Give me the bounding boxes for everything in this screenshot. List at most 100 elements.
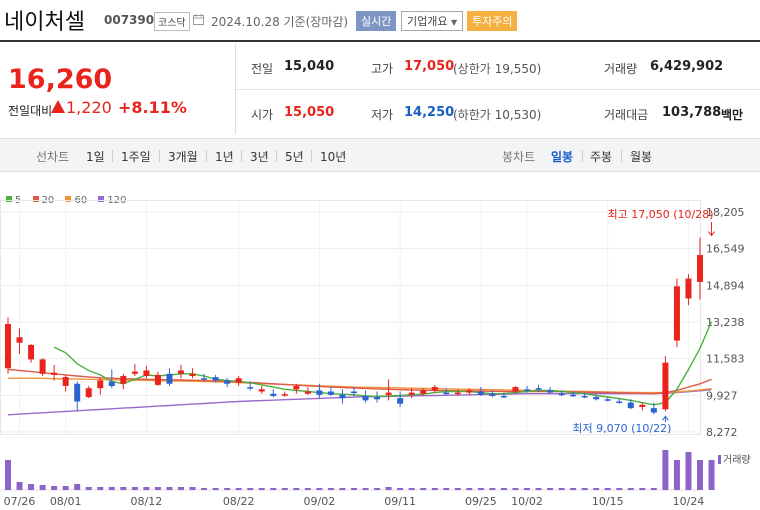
x-tick-label: 09/11 — [384, 495, 416, 508]
current-price-panel: 16,260 전일대비 1,220 +8.11% — [0, 44, 236, 134]
x-tick-label: 08/01 — [50, 495, 82, 508]
candle — [558, 393, 565, 396]
period-5y[interactable]: 5년 — [285, 148, 304, 165]
separator — [582, 150, 583, 162]
volume-bar — [224, 488, 231, 490]
low-label: 저가 — [371, 108, 394, 122]
candle — [639, 404, 646, 408]
x-tick-label: 07/26 — [4, 495, 36, 508]
candle — [397, 398, 404, 404]
volume-bar — [270, 488, 277, 490]
lower-limit: (하한가 10,530) — [453, 108, 542, 122]
open-label: 시가 — [251, 108, 274, 122]
candle — [443, 392, 450, 395]
candle — [374, 397, 381, 400]
realtime-button[interactable]: 실시간 — [356, 11, 397, 31]
volume-bar — [351, 488, 357, 490]
investment-warning-badge: 투자주의 — [467, 11, 518, 31]
upper-limit: (상한가 19,550) — [453, 62, 542, 76]
x-tick-label: 09/02 — [304, 495, 336, 508]
volume-bar — [581, 488, 588, 490]
line-chart-label: 선차트 — [36, 150, 70, 164]
volume-bar — [304, 488, 311, 490]
high-annotation: 최고 17,050 (10/28) — [608, 208, 714, 221]
volume-bar — [604, 488, 611, 490]
high-value: 17,050 — [404, 59, 455, 74]
low-annotation: 최저 9,070 (10/22) — [572, 422, 671, 435]
candle-chart-label: 봉차트 — [502, 150, 536, 164]
volume-bar — [97, 487, 104, 490]
candlestick-chart[interactable]: 18,20516,54914,89413,23811,5839,9278,272… — [0, 200, 760, 510]
x-tick-label: 08/12 — [131, 495, 163, 508]
volume-bar — [16, 482, 23, 490]
volume-bar — [178, 487, 184, 490]
candle — [339, 394, 346, 399]
candle — [535, 388, 542, 390]
candle — [650, 408, 657, 413]
period-10y[interactable]: 10년 — [320, 148, 346, 165]
ma120-line — [7, 389, 712, 416]
open-value: 15,050 — [284, 105, 335, 120]
candle — [454, 392, 461, 395]
company-info-button[interactable]: 기업개요 ▼ — [401, 11, 464, 31]
candle — [212, 377, 219, 381]
x-tick-label: 10/24 — [673, 495, 705, 508]
volume-bar — [62, 486, 69, 490]
volume-label: 거래량 — [604, 62, 638, 76]
volume-bar — [593, 488, 600, 490]
candle — [51, 372, 58, 375]
volume-bar — [627, 488, 634, 490]
y-tick-label: 9,927 — [706, 389, 738, 402]
candle-weekly[interactable]: 주봉 — [590, 148, 612, 165]
candle — [627, 402, 634, 409]
volume-bar — [201, 488, 208, 490]
volume-bar — [51, 486, 58, 490]
volume-bar — [339, 488, 346, 490]
candle — [201, 378, 208, 380]
candle — [28, 345, 35, 360]
separator — [241, 150, 242, 162]
candle — [604, 399, 611, 401]
candle — [108, 381, 115, 386]
candle — [16, 337, 23, 343]
candle — [500, 395, 507, 398]
volume-bar — [258, 488, 265, 490]
candle — [697, 255, 703, 282]
separator — [621, 150, 622, 162]
period-1d[interactable]: 1일 — [86, 148, 105, 165]
market-badge: 코스닥 — [154, 12, 190, 31]
volume-bar — [212, 488, 219, 490]
candle — [616, 401, 623, 403]
prev-close-value: 15,040 — [284, 59, 335, 74]
candle — [247, 387, 254, 389]
period-1w[interactable]: 1주일 — [121, 148, 151, 165]
period-1y[interactable]: 1년 — [215, 148, 234, 165]
candle — [570, 394, 577, 397]
candle-monthly[interactable]: 월봉 — [630, 148, 652, 165]
candle — [293, 385, 300, 390]
volume-bar — [558, 488, 565, 490]
volume-bar — [524, 488, 530, 490]
y-tick-label: 11,583 — [706, 353, 745, 366]
volume-bar — [281, 488, 288, 490]
x-tick-label: 10/02 — [511, 495, 543, 508]
candle — [408, 392, 415, 395]
stats-divider — [236, 89, 760, 90]
period-3y[interactable]: 3년 — [250, 148, 269, 165]
candle — [85, 388, 92, 398]
candle — [270, 393, 277, 396]
candle — [685, 278, 692, 299]
candle — [351, 391, 357, 394]
candle-daily[interactable]: 일봉 — [551, 148, 573, 165]
volume-bar — [166, 487, 173, 490]
volume-bar — [385, 487, 392, 490]
candle — [489, 393, 496, 396]
candle — [524, 389, 530, 391]
high-label: 고가 — [371, 62, 394, 76]
candle — [178, 370, 184, 374]
x-tick-label: 10/15 — [592, 495, 624, 508]
date-suffix: 기준(장마감) — [283, 15, 349, 29]
x-tick-label: 08/22 — [223, 495, 255, 508]
period-3m[interactable]: 3개월 — [168, 148, 198, 165]
date-value: 2024.10.28 — [211, 15, 280, 29]
